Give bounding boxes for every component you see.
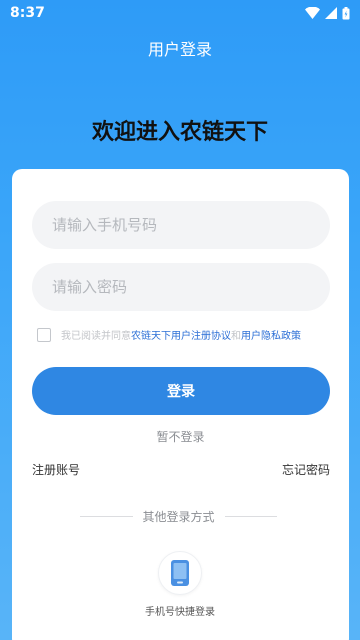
battery-icon <box>342 6 350 19</box>
agreement-checkbox[interactable] <box>37 327 51 342</box>
signal-icon <box>325 7 337 19</box>
status-time: 8:37 <box>10 5 45 21</box>
other-login-divider: 其他登录方式 <box>80 508 278 525</box>
divider-line <box>80 516 133 517</box>
skip-login-link[interactable]: 暂不登录 <box>12 428 349 445</box>
phone-icon <box>171 560 189 586</box>
welcome-heading: 欢迎进入农链天下 <box>91 120 268 145</box>
register-link[interactable]: 注册账号 <box>32 461 80 478</box>
privacy-policy-link[interactable]: 用户隐私政策 <box>241 327 301 342</box>
login-button[interactable]: 登录 <box>32 367 330 415</box>
agreement-row: 我已阅读并同意 农链天下用户注册协议 和 用户隐私政策 <box>37 327 301 342</box>
phone-quick-login-button[interactable]: 手机号快捷登录 <box>130 551 230 618</box>
page-title: 用户登录 <box>147 40 212 59</box>
status-bar: 8:37 <box>0 0 360 26</box>
login-card: 我已阅读并同意 农链天下用户注册协议 和 用户隐私政策 登录 暂不登录 注册账号… <box>12 169 349 640</box>
status-icons <box>305 6 350 20</box>
other-login-title: 其他登录方式 <box>142 510 215 524</box>
wifi-icon <box>305 7 320 19</box>
password-input[interactable] <box>32 263 330 311</box>
agreement-and: 和 <box>231 331 241 342</box>
user-agreement-link[interactable]: 农链天下用户注册协议 <box>131 327 231 342</box>
quick-login-label: 手机号快捷登录 <box>145 607 215 618</box>
agreement-prefix: 我已阅读并同意 <box>61 331 131 342</box>
phone-input[interactable] <box>32 201 330 249</box>
divider-line <box>224 516 278 517</box>
forgot-password-link[interactable]: 忘记密码 <box>282 461 330 478</box>
quick-login-icon-wrap[interactable] <box>158 551 202 595</box>
